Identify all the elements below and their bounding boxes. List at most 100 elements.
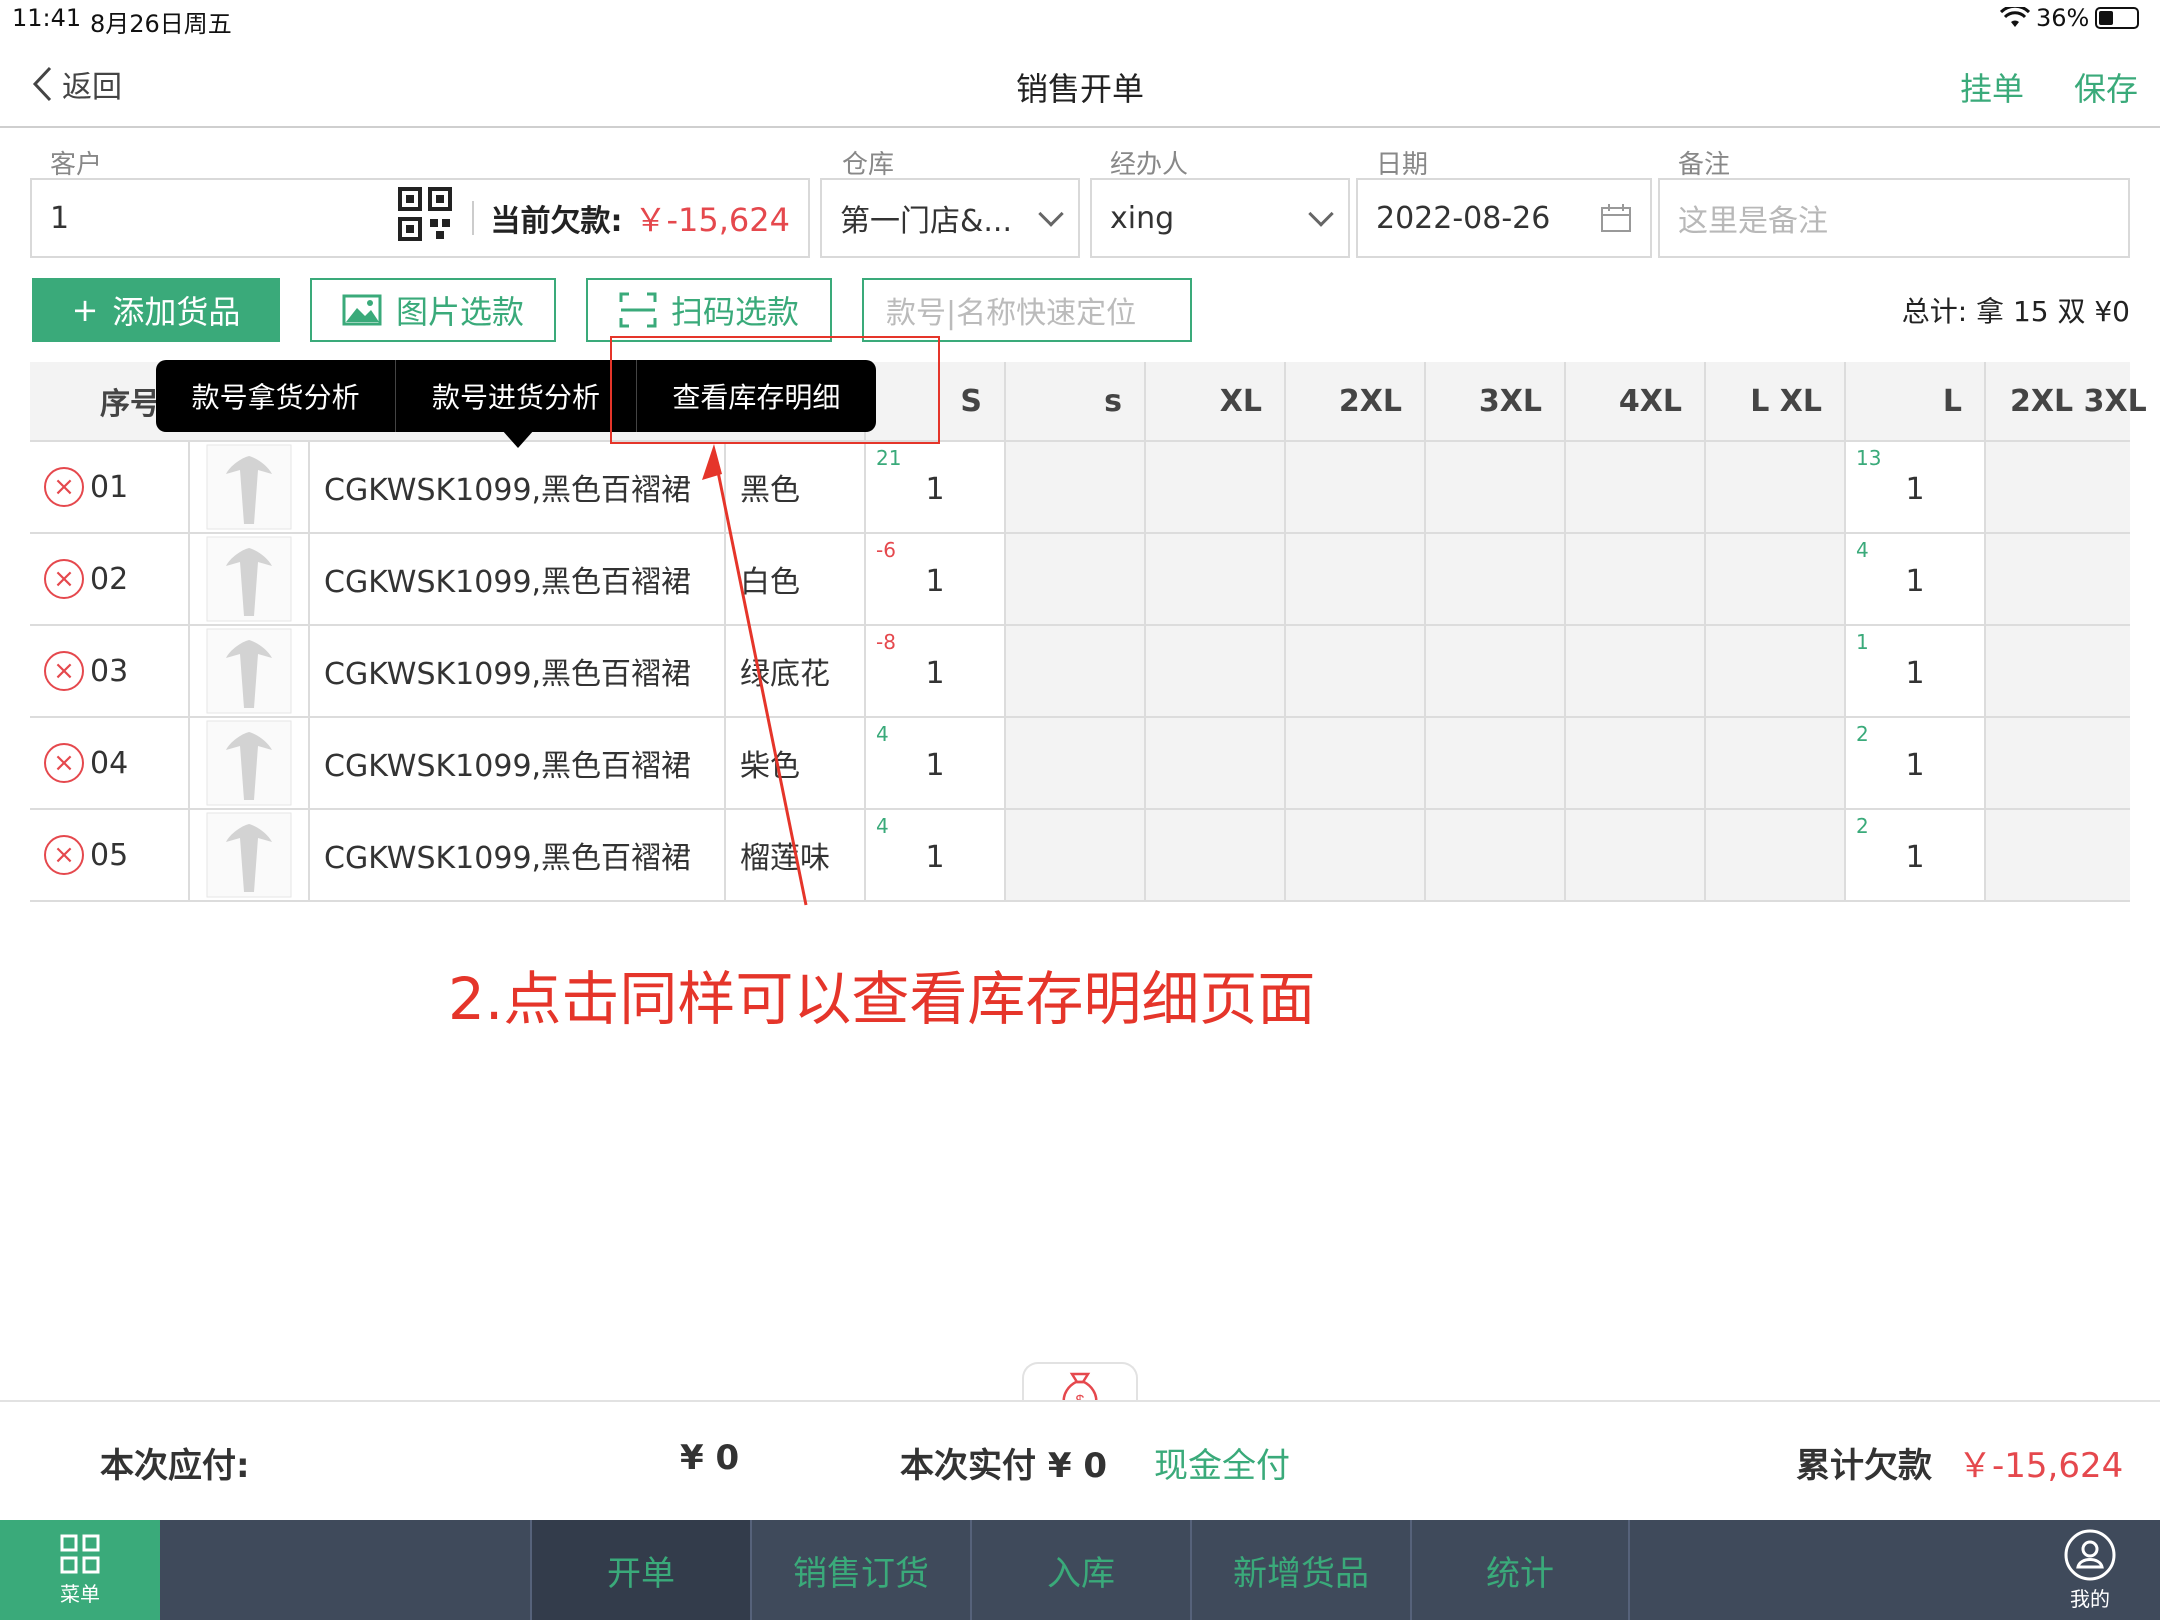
size-qty-cell[interactable] [1286, 626, 1426, 718]
size-qty-cell[interactable] [1986, 626, 2130, 718]
tab-statistics[interactable]: 统计 [1410, 1520, 1630, 1620]
delete-row-icon[interactable]: × [44, 835, 84, 875]
size-qty-cell[interactable]: -6 1 [866, 534, 1006, 626]
customer-field[interactable]: 1 当前欠款: ￥-15,624 [30, 178, 810, 258]
battery-percent: 36% [2036, 4, 2090, 32]
tab-inbound[interactable]: 入库 [970, 1520, 1190, 1620]
size-qty-cell[interactable] [1006, 718, 1146, 810]
size-qty-cell[interactable] [1286, 810, 1426, 902]
size-qty-cell[interactable] [1426, 810, 1566, 902]
size-qty-cell[interactable]: 4 1 [866, 718, 1006, 810]
header-size: s [1006, 362, 1146, 442]
tab-order[interactable]: 开单 [530, 1520, 750, 1620]
header-size-label: L XL [1750, 383, 1822, 419]
wifi-icon [2000, 7, 2030, 27]
me-button[interactable]: 我的 [2020, 1520, 2160, 1620]
size-qty-cell[interactable] [1986, 534, 2130, 626]
product-thumbnail[interactable] [190, 534, 310, 626]
add-goods-button[interactable]: + 添加货品 [32, 278, 280, 342]
remark-input[interactable]: 这里是备注 [1658, 178, 2130, 258]
quantity-value: 1 [1905, 748, 1925, 783]
row-seq: 05 [90, 837, 129, 873]
date-field[interactable]: 2022-08-26 [1356, 178, 1652, 258]
size-qty-cell[interactable]: 13 1 [1846, 442, 1986, 534]
size-qty-cell[interactable] [1426, 718, 1566, 810]
size-qty-cell[interactable]: 21 1 [866, 442, 1006, 534]
size-qty-cell[interactable] [1426, 626, 1566, 718]
quick-search-input[interactable]: 款号|名称快速定位 [862, 278, 1192, 342]
size-qty-cell[interactable] [1566, 626, 1706, 718]
size-qty-cell[interactable] [1706, 718, 1846, 810]
size-qty-cell[interactable] [1566, 810, 1706, 902]
header-size-label: 3XL [1478, 383, 1542, 419]
size-qty-cell[interactable]: 4 1 [1846, 534, 1986, 626]
stock-count: -8 [876, 630, 896, 654]
size-qty-cell[interactable] [1566, 442, 1706, 534]
header-size: L XL [1706, 362, 1846, 442]
size-qty-cell[interactable]: 4 1 [866, 810, 1006, 902]
qr-code-icon[interactable] [398, 187, 453, 249]
product-name-cell[interactable]: CGKWSK1099,黑色百褶裙 [310, 810, 726, 902]
product-thumbnail[interactable] [190, 810, 310, 902]
size-qty-cell[interactable] [1286, 534, 1426, 626]
delete-row-icon[interactable]: × [44, 651, 84, 691]
size-qty-cell[interactable]: 1 1 [1846, 626, 1986, 718]
tab-new-goods[interactable]: 新增货品 [1190, 1520, 1410, 1620]
size-qty-cell[interactable] [1706, 534, 1846, 626]
size-qty-cell[interactable] [1426, 534, 1566, 626]
warehouse-select[interactable]: 第一门店&... [820, 178, 1080, 258]
size-qty-cell[interactable] [1986, 442, 2130, 534]
popover-arrow [502, 430, 534, 448]
size-qty-cell[interactable] [1566, 718, 1706, 810]
product-thumbnail[interactable] [190, 626, 310, 718]
popover-item-restock-analysis[interactable]: 款号进货分析 [396, 360, 637, 432]
image-select-button[interactable]: 图片选款 [310, 278, 556, 342]
tab-sales-order[interactable]: 销售订货 [750, 1520, 970, 1620]
size-qty-cell[interactable] [1146, 626, 1286, 718]
product-name-cell[interactable]: CGKWSK1099,黑色百褶裙 [310, 442, 726, 534]
size-qty-cell[interactable] [1006, 442, 1146, 534]
save-button[interactable]: 保存 [2074, 64, 2138, 110]
size-qty-cell[interactable] [1286, 442, 1426, 534]
size-qty-cell[interactable] [1286, 718, 1426, 810]
handler-select[interactable]: xing [1090, 178, 1350, 258]
row-seq: 03 [90, 653, 129, 689]
size-qty-cell[interactable] [1706, 442, 1846, 534]
scan-select-button[interactable]: 扫码选款 [586, 278, 832, 342]
status-date: 8月26日周五 [90, 10, 232, 38]
delete-row-icon[interactable]: × [44, 467, 84, 507]
size-qty-cell[interactable] [1986, 810, 2130, 902]
product-name-cell[interactable]: CGKWSK1099,黑色百褶裙 [310, 626, 726, 718]
hold-order-button[interactable]: 挂单 [1960, 64, 2024, 110]
size-qty-cell[interactable]: -8 1 [866, 626, 1006, 718]
menu-button[interactable]: 菜单 [0, 1520, 160, 1620]
size-qty-cell[interactable] [1006, 534, 1146, 626]
delete-row-icon[interactable]: × [44, 743, 84, 783]
product-name-cell[interactable]: CGKWSK1099,黑色百褶裙 [310, 534, 726, 626]
size-qty-cell[interactable] [1146, 534, 1286, 626]
stock-count: 2 [1856, 722, 1869, 746]
size-qty-cell[interactable] [1566, 534, 1706, 626]
product-thumbnail[interactable] [190, 718, 310, 810]
size-qty-cell[interactable] [1986, 718, 2130, 810]
size-qty-cell[interactable] [1146, 718, 1286, 810]
size-qty-cell[interactable] [1706, 626, 1846, 718]
stock-count: 4 [876, 814, 889, 838]
total-debt-label: 累计欠款 [1796, 1446, 1932, 1486]
size-qty-cell[interactable] [1146, 442, 1286, 534]
size-qty-cell[interactable]: 2 1 [1846, 810, 1986, 902]
cash-full-pay-link[interactable]: 现金全付 [1154, 1438, 1290, 1487]
product-name-cell[interactable]: CGKWSK1099,黑色百褶裙 [310, 718, 726, 810]
size-qty-cell[interactable] [1426, 442, 1566, 534]
size-qty-cell[interactable]: 2 1 [1846, 718, 1986, 810]
product-name: CGKWSK1099,黑色百褶裙 [324, 473, 692, 508]
size-qty-cell[interactable] [1006, 626, 1146, 718]
size-qty-cell[interactable] [1146, 810, 1286, 902]
product-thumbnail[interactable] [190, 442, 310, 534]
delete-row-icon[interactable]: × [44, 559, 84, 599]
stock-count: -6 [876, 538, 896, 562]
size-qty-cell[interactable] [1706, 810, 1846, 902]
popover-item-purchase-analysis[interactable]: 款号拿货分析 [156, 360, 397, 432]
size-qty-cell[interactable] [1006, 810, 1146, 902]
stock-count: 13 [1856, 446, 1882, 470]
